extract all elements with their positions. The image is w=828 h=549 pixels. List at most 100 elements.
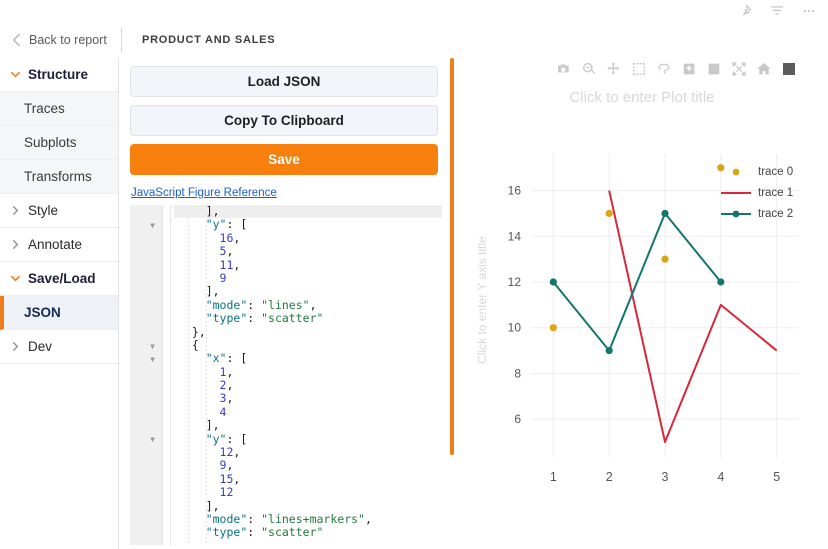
plotly-chart-editor-app: Back to report PRODUCT AND SALES Structu…: [0, 0, 828, 549]
filter-icon[interactable]: [770, 4, 784, 18]
x-tick-label: 3: [662, 470, 669, 484]
sidebar-item-json[interactable]: JSON: [0, 296, 118, 330]
toggle-spikelines-icon[interactable]: [781, 61, 797, 77]
page-header: Back to report PRODUCT AND SALES: [0, 21, 828, 58]
chevron-right-icon: [12, 206, 19, 215]
code-line[interactable]: "type": "scatter": [174, 525, 442, 539]
sidebar-item-label: Save/Load: [28, 271, 96, 286]
code-fold-toggle[interactable]: ▼: [148, 221, 157, 230]
zoom-in-icon[interactable]: [681, 61, 697, 77]
zoom-out-icon[interactable]: [706, 61, 722, 77]
sidebar-item-dev[interactable]: Dev: [0, 330, 118, 364]
code-line[interactable]: 2,: [174, 378, 442, 392]
series-trace-1: [608, 190, 778, 443]
panel-scrollbar[interactable]: [450, 58, 454, 455]
editor-gutter-separator: [162, 205, 171, 545]
code-line[interactable]: "mode": "lines",: [174, 298, 442, 312]
y-tick-label: 6: [514, 412, 521, 426]
code-line[interactable]: 12,: [174, 445, 442, 459]
series-line: [608, 190, 778, 443]
plotly-modebar: [556, 61, 797, 77]
sidebar-item-annotate[interactable]: Annotate: [0, 228, 118, 262]
sidebar-item-traces[interactable]: Traces: [0, 92, 118, 126]
javascript-figure-reference-link[interactable]: JavaScript Figure Reference: [131, 187, 277, 199]
code-line[interactable]: 1,: [174, 365, 442, 379]
pan-icon[interactable]: [606, 61, 622, 77]
code-line[interactable]: 16,: [174, 231, 442, 245]
sidebar-item-structure[interactable]: Structure: [0, 58, 118, 92]
sidebar-item-label: Style: [28, 203, 59, 218]
window-toolbar: [0, 0, 828, 21]
chevron-right-icon: [12, 240, 19, 249]
sidebar-item-transforms[interactable]: Transforms: [0, 160, 118, 194]
back-to-report-button[interactable]: Back to report: [0, 21, 117, 58]
legend-item[interactable]: trace 0: [720, 161, 793, 182]
chevron-down-icon: [11, 275, 20, 282]
lasso-select-icon[interactable]: [656, 61, 672, 77]
code-line[interactable]: "y": [: [174, 217, 442, 231]
code-line[interactable]: "type": "scatter": [174, 311, 442, 325]
code-fold-toggle[interactable]: ▼: [148, 342, 157, 351]
legend-swatch: [721, 210, 751, 217]
plot-title[interactable]: Click to enter Plot title: [456, 89, 828, 106]
chevron-left-icon: [12, 33, 20, 46]
code-line[interactable]: 9: [174, 271, 442, 285]
breadcrumb: PRODUCT AND SALES: [142, 33, 276, 46]
editor-code-lines[interactable]: ], "y": [ 16, 5, 11, 9 ], "mode": "lines…: [174, 205, 442, 540]
code-line[interactable]: 15,: [174, 472, 442, 486]
reset-axes-home-icon[interactable]: [756, 61, 772, 77]
pin-icon[interactable]: [738, 4, 752, 18]
code-line[interactable]: "mode": "lines+markers",: [174, 512, 442, 526]
code-fold-toggle[interactable]: ▼: [148, 435, 157, 444]
code-line[interactable]: 11,: [174, 258, 442, 272]
series-trace-0: [549, 164, 725, 332]
data-point: [661, 255, 669, 263]
code-line[interactable]: ],: [174, 499, 442, 513]
save-button[interactable]: Save: [130, 144, 438, 175]
sidebar-item-label: Dev: [28, 339, 53, 354]
code-line[interactable]: ],: [174, 284, 442, 298]
zoom-icon[interactable]: [581, 61, 597, 77]
json-editor-panel: Load JSON Copy To Clipboard Save JavaScr…: [120, 58, 452, 549]
load-json-button[interactable]: Load JSON: [130, 66, 438, 97]
sidebar-item-subplots[interactable]: Subplots: [0, 126, 118, 160]
legend-swatch: [721, 191, 751, 194]
download-camera-icon[interactable]: [556, 61, 572, 77]
copy-to-clipboard-button[interactable]: Copy To Clipboard: [130, 105, 438, 136]
legend-item[interactable]: trace 1: [720, 182, 793, 203]
code-line[interactable]: 3,: [174, 392, 442, 406]
code-line[interactable]: ],: [174, 418, 442, 432]
plot-legend: trace 0 trace 1 trace 2: [720, 161, 793, 224]
sidebar-item-label: Annotate: [28, 237, 83, 252]
code-line[interactable]: 9,: [174, 459, 442, 473]
code-line[interactable]: 5,: [174, 244, 442, 258]
sidebar-item-style[interactable]: Style: [0, 194, 118, 228]
code-line[interactable]: ],: [174, 205, 442, 219]
sidebar-item-label: Transforms: [24, 169, 92, 184]
y-tick-label: 16: [508, 184, 522, 198]
autoscale-icon[interactable]: [731, 61, 747, 77]
code-line[interactable]: },: [174, 325, 442, 339]
more-options-icon[interactable]: [802, 4, 816, 18]
sidebar-item-label: Subplots: [24, 135, 77, 150]
code-fold-toggle[interactable]: ▼: [148, 355, 157, 364]
legend-label: trace 2: [758, 207, 794, 220]
legend-item[interactable]: trace 2: [720, 203, 793, 224]
code-line[interactable]: 12: [174, 486, 442, 499]
editor-sidebar: Structure Traces Subplots Transforms Style An…: [0, 58, 119, 549]
sidebar-item-save-load[interactable]: Save/Load: [0, 262, 118, 296]
code-line[interactable]: "y": [: [174, 432, 442, 446]
code-line[interactable]: {: [174, 338, 442, 352]
y-tick-label: 8: [514, 366, 521, 380]
data-point: [717, 278, 725, 286]
box-select-icon[interactable]: [631, 61, 647, 77]
editor-fold-gutter[interactable]: ▼ ▼ ▼ ▼: [130, 205, 162, 545]
data-point: [605, 346, 613, 355]
code-line[interactable]: "x": [: [174, 351, 442, 365]
data-point: [661, 209, 669, 218]
code-line[interactable]: 4: [174, 405, 442, 419]
json-code-editor[interactable]: ▼ ▼ ▼ ▼ ], "y": [ 16, 5, 11, 9 ], "mode": "…: [130, 205, 442, 545]
sidebar-item-label: Structure: [28, 67, 89, 82]
sidebar-item-label: Traces: [24, 101, 65, 116]
data-point: [549, 324, 557, 332]
